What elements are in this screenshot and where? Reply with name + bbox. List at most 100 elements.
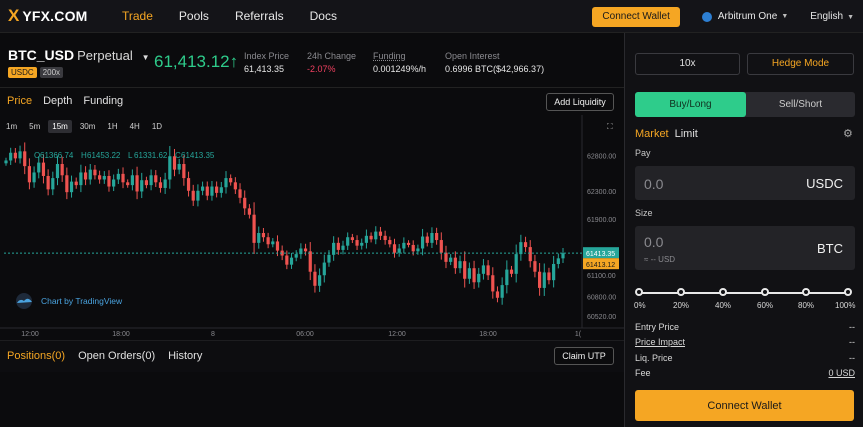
slider-knob-60[interactable] [761, 288, 769, 296]
candle-body [215, 186, 219, 193]
stat-value: -2.07% [307, 64, 336, 74]
ohlc-value: 61366.74 [40, 151, 74, 160]
candlestick-chart[interactable]: 62800.0062300.0061900.0061400.0061100.00… [0, 115, 624, 338]
timeframe-30m[interactable]: 30m [76, 120, 100, 133]
slider-knob-20[interactable] [677, 288, 685, 296]
nav-pools[interactable]: Pools [179, 9, 209, 23]
candle-body [102, 175, 106, 180]
candle-body [383, 235, 387, 241]
candle-body [449, 257, 453, 262]
candle-body [327, 254, 331, 263]
pay-unit: USDC [806, 176, 843, 191]
candle-body [163, 179, 167, 188]
brand-logo[interactable]: X YFX.COM [8, 6, 104, 26]
timeframe-4h[interactable]: 4H [126, 120, 144, 133]
add-liquidity-button[interactable]: Add Liquidity [546, 93, 614, 111]
candle-body [481, 265, 486, 274]
info-label[interactable]: Price Impact [635, 337, 685, 347]
leverage-tag: 200x [39, 67, 64, 78]
language-selector[interactable]: English ▼ [810, 11, 854, 22]
timeframe-5m[interactable]: 5m [25, 120, 44, 133]
timeframe-selector: 1m 5m 15m 30m 1H 4H 1D [2, 120, 170, 133]
candle-body [126, 182, 130, 186]
slider-knob-100[interactable] [844, 288, 852, 296]
candle-body [430, 233, 434, 243]
gear-icon[interactable]: ⚙ [843, 127, 853, 140]
nav-referrals[interactable]: Referrals [235, 9, 284, 23]
y-tick-label: 62300.00 [587, 189, 616, 196]
stat-label: Index Price [244, 51, 290, 61]
tab-positions[interactable]: Positions(0) [7, 350, 65, 362]
timeframe-15m[interactable]: 15m [48, 120, 72, 133]
connect-wallet-header-button[interactable]: Connect Wallet [592, 6, 680, 27]
side-toggle: Buy/Long Sell/Short [635, 92, 855, 117]
candle-body [88, 169, 92, 180]
last-price: 61,413.12↑ [154, 52, 238, 72]
candle-body [233, 182, 237, 190]
stat-label[interactable]: Funding [373, 51, 426, 61]
order-type-market[interactable]: Market [635, 128, 669, 140]
nav-trade[interactable]: Trade [122, 9, 153, 23]
size-amount[interactable]: 0.0 [644, 234, 663, 250]
slider-knob-0[interactable] [635, 288, 643, 296]
candle-body [238, 189, 242, 198]
tab-price[interactable]: Price [7, 95, 32, 107]
positions-body [0, 372, 624, 427]
brand-name: YFX.COM [22, 8, 88, 24]
pay-input[interactable]: 0.0 USDC [635, 166, 855, 200]
network-selector[interactable]: Arbitrum One ▼ [701, 11, 788, 22]
stat-label: Open Interest [445, 51, 500, 61]
leverage-selector[interactable]: 10x [635, 53, 740, 75]
candle-body [411, 244, 415, 252]
pair-kind: Perpetual [77, 48, 133, 63]
size-slider-track[interactable] [639, 292, 848, 294]
candle-body [23, 151, 27, 167]
nav-docs[interactable]: Docs [310, 9, 337, 23]
connect-wallet-button[interactable]: Connect Wallet [635, 390, 854, 421]
tab-history[interactable]: History [168, 350, 202, 362]
sell-short-tab[interactable]: Sell/Short [746, 92, 855, 117]
candle-body [130, 175, 134, 186]
top-nav-bar: X YFX.COM Trade Pools Referrals Docs Con… [0, 0, 863, 33]
timeframe-1h[interactable]: 1H [103, 120, 121, 133]
info-value[interactable]: 0 USD [828, 368, 855, 378]
candle-body [378, 231, 383, 236]
chart-tabs: Price Depth Funding [7, 95, 134, 107]
candle-body [364, 235, 369, 243]
size-label: Size [635, 208, 653, 218]
pair-selector[interactable]: BTC_USD Perpetual ▼ [8, 47, 150, 63]
candle-body [416, 248, 420, 252]
yfx-logo-icon: X [8, 6, 20, 25]
slider-knob-40[interactable] [719, 288, 727, 296]
candle-body [341, 245, 345, 250]
candle-body [523, 242, 528, 248]
x-tick-label: 1( [575, 331, 582, 338]
buy-long-tab[interactable]: Buy/Long [635, 92, 746, 117]
timeframe-1m[interactable]: 1m [2, 120, 21, 133]
slider-knob-80[interactable] [802, 288, 810, 296]
candle-body [140, 180, 144, 192]
y-tick-label: 62800.00 [587, 154, 616, 161]
candle-body [528, 247, 532, 262]
candle-body [229, 178, 233, 183]
candle-body [303, 248, 308, 252]
claim-utp-button[interactable]: Claim UTP [554, 347, 614, 365]
size-input[interactable]: 0.0 ≈ -- USD BTC [635, 226, 855, 270]
ohlc-label: L [128, 151, 133, 160]
candle-body [191, 190, 195, 201]
candle-body [374, 231, 378, 240]
candle-body [514, 254, 518, 274]
chevron-down-icon: ▼ [847, 14, 854, 21]
pay-amount[interactable]: 0.0 [644, 176, 663, 192]
tab-depth[interactable]: Depth [43, 95, 72, 107]
info-liq-price: Liq. Price -- [635, 353, 855, 363]
order-type-limit[interactable]: Limit [675, 128, 698, 140]
fullscreen-icon[interactable]: ⛶ [607, 122, 613, 132]
tab-open-orders[interactable]: Open Orders(0) [78, 350, 155, 362]
stat-label: 24h Change [307, 51, 357, 61]
candle-body [210, 186, 214, 196]
tab-funding[interactable]: Funding [83, 95, 123, 107]
timeframe-1d[interactable]: 1D [148, 120, 166, 133]
candle-body [135, 175, 139, 192]
hedge-mode-button[interactable]: Hedge Mode [747, 53, 854, 75]
